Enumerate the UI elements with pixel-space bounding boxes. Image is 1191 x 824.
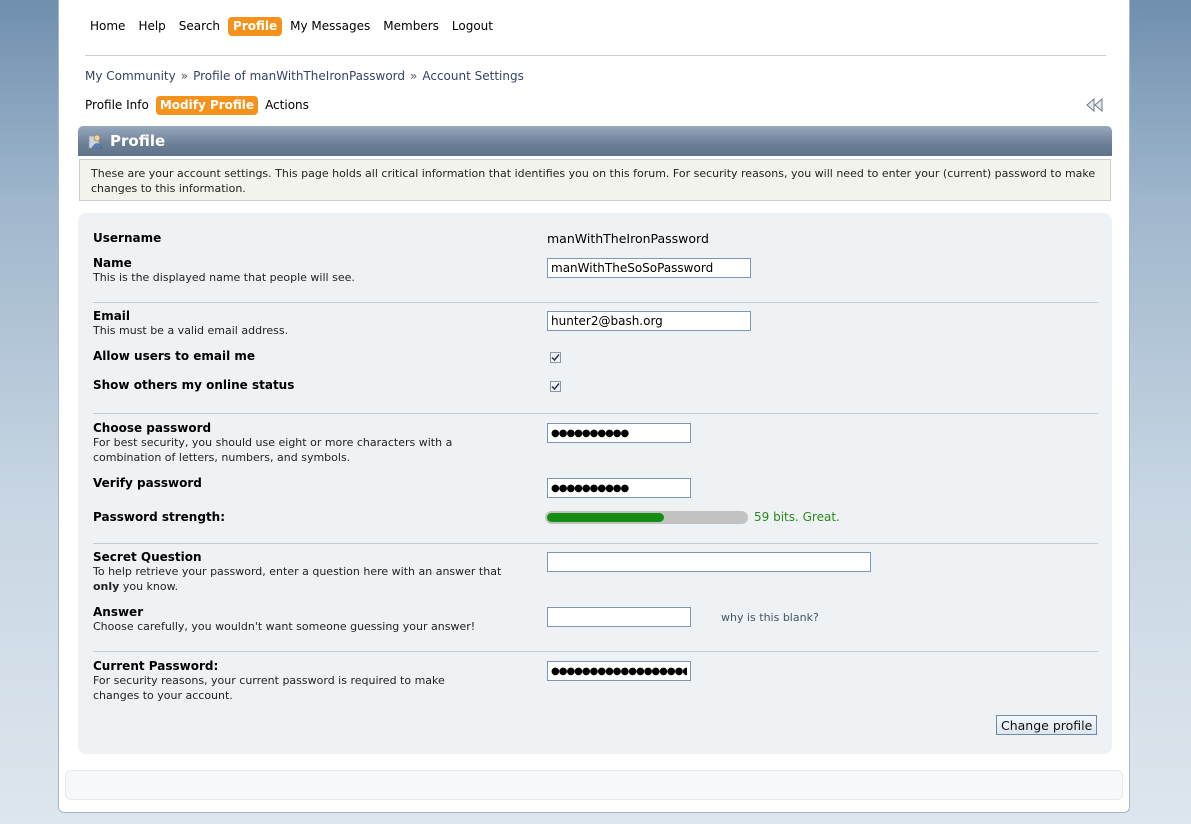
collapse-icon[interactable] — [1085, 98, 1105, 112]
breadcrumb-separator: » — [180, 69, 189, 83]
tab-actions[interactable]: Actions — [261, 96, 313, 115]
answer-label-group: Answer Choose carefully, you wouldn't wa… — [93, 605, 475, 634]
current-password-description: For security reasons, your current passw… — [93, 674, 445, 702]
breadcrumb-my-community[interactable]: My Community — [85, 69, 176, 83]
email-description: This must be a valid email address. — [93, 324, 289, 337]
menu-divider — [85, 55, 1106, 56]
email-input[interactable] — [547, 311, 751, 331]
change-profile-button[interactable]: Change profile — [996, 715, 1098, 735]
page-title: Profile — [110, 132, 166, 150]
footer — [65, 770, 1123, 800]
secret-question-label-group: Secret Question To help retrieve your pa… — [93, 550, 513, 594]
menu-item-home[interactable]: Home — [85, 17, 130, 36]
allow-email-checkbox[interactable] — [550, 352, 561, 363]
current-password-input[interactable] — [547, 661, 691, 681]
tab-modify-profile[interactable]: Modify Profile — [155, 96, 259, 115]
menu-item-members[interactable]: Members — [378, 17, 444, 36]
breadcrumb-profile-of[interactable]: Profile of manWithTheIronPassword — [193, 69, 405, 83]
secret-question-description: To help retrieve your password, enter a … — [93, 564, 513, 594]
password-strength-meter: 59 bits. Great. — [545, 510, 840, 524]
name-label: Name — [93, 256, 132, 270]
answer-input[interactable] — [547, 607, 691, 627]
why-blank-link[interactable]: why is this blank? — [721, 611, 819, 624]
breadcrumb-account-settings[interactable]: Account Settings — [422, 69, 523, 83]
account-settings-form: Username manWithTheIronPassword Name Thi… — [78, 213, 1112, 754]
choose-password-input[interactable] — [547, 423, 691, 443]
secret-question-desc-text-end: you know. — [119, 580, 179, 593]
choose-password-label-group: Choose password For best security, you s… — [93, 421, 493, 465]
strength-bar-fill — [547, 512, 664, 522]
section-divider — [93, 302, 1098, 303]
email-label: Email — [93, 309, 131, 323]
checkmark-icon — [551, 354, 560, 362]
username-label: Username — [93, 231, 162, 245]
forum-page: Home Help Search Profile My Messages Mem… — [58, 0, 1130, 813]
strength-text: 59 bits. Great. — [754, 510, 840, 524]
secret-question-input[interactable] — [547, 552, 871, 572]
menu-item-logout[interactable]: Logout — [447, 17, 498, 36]
current-password-label-group: Current Password: For security reasons, … — [93, 659, 493, 703]
breadcrumb: My Community » Profile of manWithTheIron… — [85, 69, 524, 83]
secret-question-desc-bold: only — [93, 580, 120, 593]
section-divider — [93, 413, 1098, 414]
menu-item-help[interactable]: Help — [133, 17, 170, 36]
password-strength-label: Password strength: — [93, 510, 226, 524]
user-profile-icon — [88, 134, 103, 149]
name-input[interactable] — [547, 258, 751, 278]
show-online-label: Show others my online status — [93, 378, 295, 392]
strength-bar — [545, 510, 748, 524]
username-value: manWithTheIronPassword — [547, 231, 709, 246]
show-online-checkbox[interactable] — [550, 381, 561, 392]
email-label-group: Email This must be a valid email address… — [93, 309, 288, 338]
verify-password-label: Verify password — [93, 476, 202, 490]
profile-subtabs: Profile Info Modify Profile Actions — [81, 96, 316, 115]
answer-description: Choose carefully, you wouldn't want some… — [93, 620, 476, 633]
secret-question-desc-text: To help retrieve your password, enter a … — [93, 565, 502, 578]
choose-password-description: For best security, you should use eight … — [93, 436, 453, 464]
section-divider — [93, 543, 1098, 544]
name-label-group: Name This is the displayed name that peo… — [93, 256, 355, 285]
verify-password-input[interactable] — [547, 478, 691, 498]
name-description: This is the displayed name that people w… — [93, 271, 355, 284]
choose-password-label: Choose password — [93, 421, 212, 435]
checkmark-icon — [551, 383, 560, 391]
main-menu: Home Help Search Profile My Messages Mem… — [85, 17, 501, 36]
current-password-label: Current Password: — [93, 659, 219, 673]
tab-profile-info[interactable]: Profile Info — [81, 96, 153, 115]
section-divider — [93, 651, 1098, 652]
profile-header-bar: Profile — [78, 126, 1112, 156]
menu-item-profile[interactable]: Profile — [228, 17, 283, 36]
allow-email-label: Allow users to email me — [93, 349, 256, 363]
intro-description: These are your account settings. This pa… — [79, 159, 1111, 201]
secret-question-label: Secret Question — [93, 550, 202, 564]
answer-label: Answer — [93, 605, 144, 619]
breadcrumb-separator: » — [410, 69, 418, 83]
menu-item-search[interactable]: Search — [174, 17, 225, 36]
menu-item-my-messages[interactable]: My Messages — [285, 17, 375, 36]
